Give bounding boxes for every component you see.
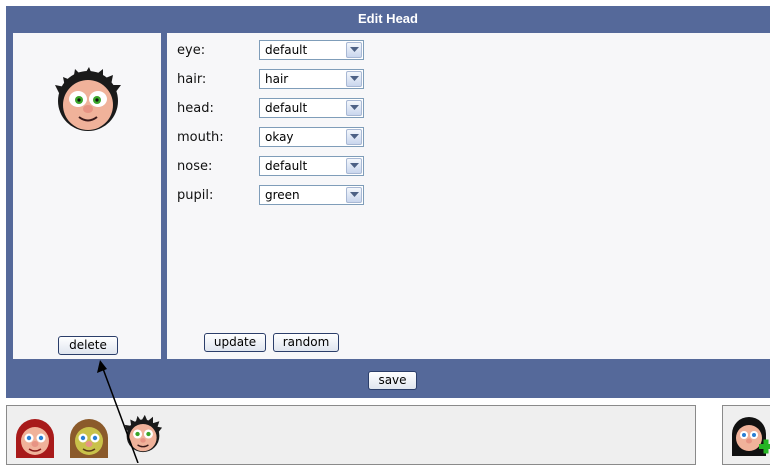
- head-tray: [6, 405, 696, 465]
- save-button[interactable]: save: [368, 371, 417, 390]
- preview-pane: delete: [13, 33, 161, 359]
- edit-head-panel: Edit Head delete eye: default hair: hair…: [6, 6, 770, 398]
- chevron-down-icon[interactable]: [346, 158, 362, 174]
- random-button[interactable]: random: [273, 333, 339, 352]
- chevron-down-icon[interactable]: [346, 42, 362, 58]
- property-row-hair: hair: hair: [167, 68, 467, 92]
- hair-select[interactable]: hair: [259, 69, 364, 89]
- select-value: okay: [265, 130, 294, 144]
- panel-title: Edit Head: [358, 11, 418, 26]
- delete-button[interactable]: delete: [58, 336, 118, 355]
- pupil-select[interactable]: green: [259, 185, 364, 205]
- property-label: head:: [177, 101, 214, 116]
- property-label: eye:: [177, 43, 206, 58]
- select-value: hair: [265, 72, 289, 86]
- chevron-down-icon[interactable]: [346, 71, 362, 87]
- properties-pane: eye: default hair: hair head: default mo…: [167, 33, 770, 359]
- select-value: green: [265, 188, 300, 202]
- chevron-down-icon[interactable]: [346, 100, 362, 116]
- property-row-head: head: default: [167, 97, 467, 121]
- property-label: nose:: [177, 159, 213, 174]
- mouth-select[interactable]: okay: [259, 127, 364, 147]
- eye-select[interactable]: default: [259, 40, 364, 60]
- property-label: pupil:: [177, 188, 214, 203]
- property-label: hair:: [177, 72, 207, 87]
- select-value: default: [265, 159, 308, 173]
- update-button[interactable]: update: [204, 333, 266, 352]
- property-label: mouth:: [177, 130, 224, 145]
- select-value: default: [265, 101, 308, 115]
- chevron-down-icon[interactable]: [346, 187, 362, 203]
- head-preview-icon: [55, 67, 121, 131]
- chevron-down-icon[interactable]: [346, 129, 362, 145]
- brown-hair-head-icon[interactable]: [67, 416, 111, 460]
- property-row-nose: nose: default: [167, 155, 467, 179]
- red-hair-head-icon[interactable]: [13, 416, 57, 460]
- property-row-eye: eye: default: [167, 39, 467, 63]
- head-select[interactable]: default: [259, 98, 364, 118]
- select-value: default: [265, 43, 308, 57]
- property-row-mouth: mouth: okay: [167, 126, 467, 150]
- nose-select[interactable]: default: [259, 156, 364, 176]
- add-head-icon[interactable]: [729, 414, 770, 464]
- add-head-tray: [722, 405, 770, 465]
- selected-curly-head-icon[interactable]: [123, 414, 163, 454]
- property-row-pupil: pupil: green: [167, 184, 467, 208]
